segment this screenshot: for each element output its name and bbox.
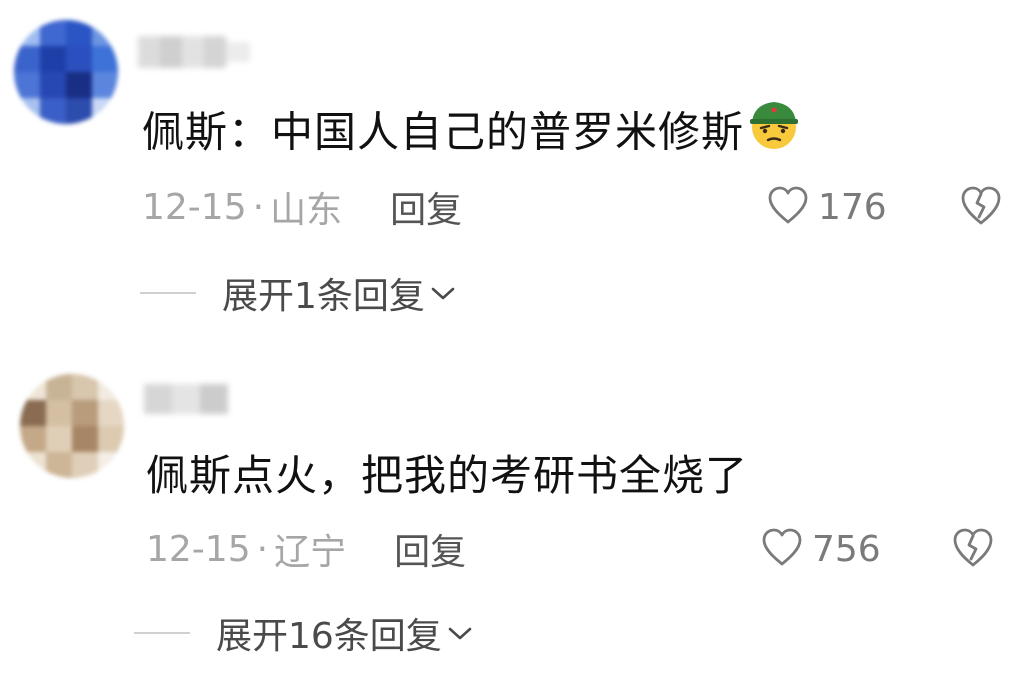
divider-line	[134, 632, 190, 634]
expand-replies-label: 展开16条回复	[216, 616, 442, 657]
like-count: 176	[818, 186, 887, 228]
expand-replies-button[interactable]: 展开1条回复	[140, 268, 457, 318]
comment-text: 佩斯：中国人自己的普罗米修斯	[142, 102, 802, 166]
like-button[interactable]: 756	[760, 526, 881, 572]
comment-list: 佩斯：中国人自己的普罗米修斯 12-15 · 山东 回复 176 展开1条回复 …	[0, 0, 1024, 684]
reply-button[interactable]: 回复	[390, 181, 462, 233]
comment-date: 12-15	[142, 186, 247, 228]
heart-outline-icon	[760, 527, 804, 571]
comment-location: 辽宁	[274, 532, 347, 573]
divider-line	[140, 292, 196, 294]
reply-button[interactable]: 回复	[394, 523, 466, 575]
meta-separator: ·	[256, 528, 269, 570]
chevron-down-icon	[446, 623, 474, 647]
comment-date: 12-15	[146, 528, 251, 570]
dislike-button[interactable]	[950, 526, 996, 572]
expand-replies-label: 展开1条回复	[222, 276, 425, 317]
comment-meta: 12-15 · 山东 回复	[142, 181, 462, 233]
dislike-button[interactable]	[958, 184, 1004, 230]
comment-meta: 12-15 · 辽宁 回复	[146, 523, 466, 575]
comment-location: 山东	[270, 190, 343, 231]
expand-replies-button[interactable]: 展开16条回复	[134, 608, 474, 658]
username-blurred[interactable]	[144, 376, 228, 420]
avatar[interactable]	[14, 20, 118, 124]
comment-text-content: 佩斯：中国人自己的普罗米修斯	[142, 107, 745, 157]
heart-outline-icon	[766, 185, 810, 229]
meta-separator: ·	[252, 186, 265, 228]
like-count: 756	[812, 528, 881, 570]
soldier-helmet-emoji-icon	[746, 96, 802, 166]
like-button[interactable]: 176	[766, 184, 887, 230]
broken-heart-icon	[950, 528, 996, 572]
avatar[interactable]	[20, 374, 124, 478]
comment-text-content: 佩斯点火，把我的考研书全烧了	[146, 451, 749, 500]
username-blurred[interactable]	[138, 30, 250, 74]
comment-text: 佩斯点火，把我的考研书全烧了	[146, 448, 748, 504]
chevron-down-icon	[429, 283, 457, 307]
broken-heart-icon	[958, 186, 1004, 230]
